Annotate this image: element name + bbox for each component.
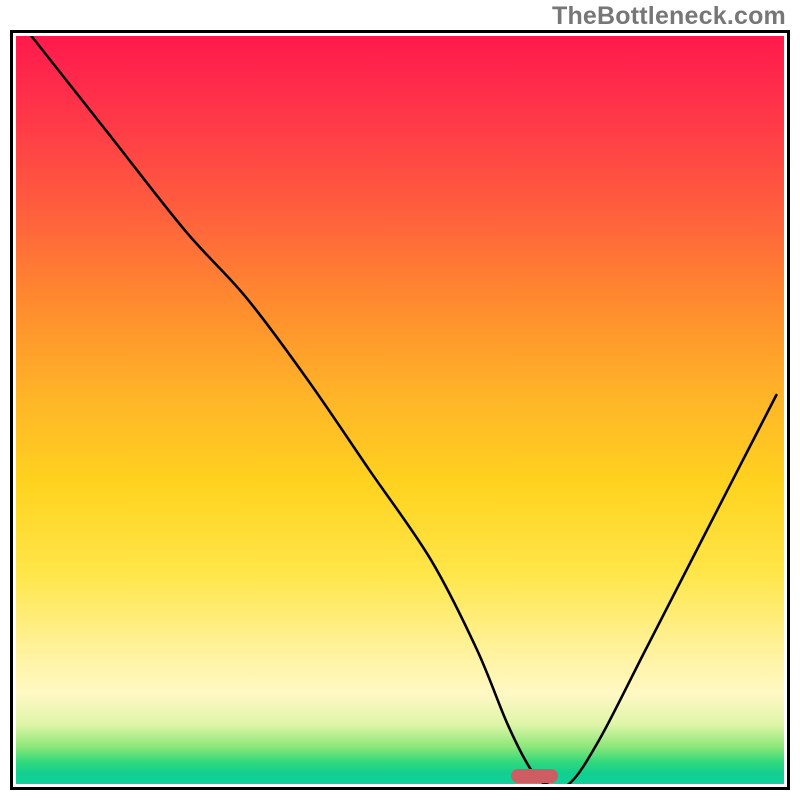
chart-frame [10, 30, 790, 790]
optimal-range-marker [511, 769, 557, 783]
bottleneck-curve [16, 36, 784, 784]
watermark-text: TheBottleneck.com [552, 2, 786, 31]
